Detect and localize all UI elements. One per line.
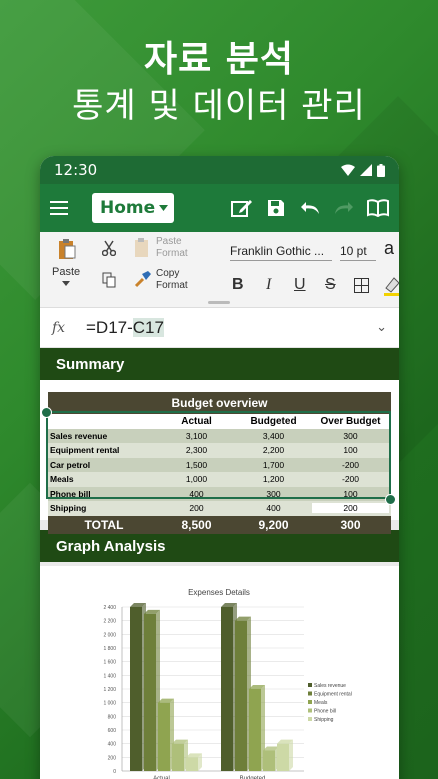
formatting-ribbon: Paste Paste Format Copy Format Franklin … xyxy=(40,232,399,308)
cell-value[interactable]: 400 xyxy=(235,503,312,513)
paste-dropdown-icon[interactable] xyxy=(62,281,70,286)
bar-equipment-rental xyxy=(144,613,156,771)
phone-screen: 12:30 Home Paste Paste Format Copy Forma… xyxy=(40,156,399,779)
graph-header: Graph Analysis xyxy=(40,530,399,562)
legend-swatch xyxy=(308,708,312,713)
bar-phone-bill xyxy=(172,743,184,771)
y-tick-label: 600 xyxy=(108,728,117,734)
menu-icon[interactable] xyxy=(50,194,78,222)
bold-button[interactable]: B xyxy=(232,276,244,294)
y-tick-label: 800 xyxy=(108,714,117,720)
bar-meals xyxy=(249,689,261,771)
cell-value[interactable]: 200 xyxy=(158,503,235,513)
strikethrough-button[interactable]: S xyxy=(325,276,336,294)
formula-bar[interactable]: fx =D17-C17 ⌄ xyxy=(40,308,399,348)
font-name-dropdown[interactable]: Franklin Gothic ... xyxy=(230,244,332,261)
y-tick-label: 400 xyxy=(108,742,117,748)
selection-handle-bottom-right[interactable] xyxy=(385,494,396,505)
status-bar: 12:30 xyxy=(40,156,399,184)
y-tick-label: 1 200 xyxy=(103,687,116,693)
y-tick-label: 2 400 xyxy=(103,605,116,611)
ribbon-tab-label: Home xyxy=(100,198,156,218)
battery-icon xyxy=(377,163,385,177)
font-color-icon[interactable]: a xyxy=(384,238,394,259)
read-mode-book-icon[interactable] xyxy=(367,197,389,219)
y-tick-label: 1 800 xyxy=(103,646,116,652)
cut-scissors-icon[interactable] xyxy=(102,240,116,256)
row-label[interactable]: Shipping xyxy=(48,503,158,513)
summary-header: Summary xyxy=(40,348,399,380)
y-tick-label: 1 000 xyxy=(103,701,116,707)
status-time: 12:30 xyxy=(54,161,98,179)
paste-button[interactable]: Paste xyxy=(52,266,80,278)
edit-mode-icon[interactable] xyxy=(231,197,253,219)
expenses-chart[interactable]: Expenses Details 0 200 400 600 800 1 000 1 200 1… xyxy=(40,581,399,779)
app-toolbar: Home xyxy=(40,184,399,232)
underline-button[interactable]: U xyxy=(294,276,306,294)
fx-icon: fx xyxy=(52,319,66,336)
cell-value[interactable]: 200 xyxy=(312,503,389,514)
bar-meals xyxy=(158,702,170,771)
undo-icon[interactable] xyxy=(299,197,321,219)
total-row[interactable]: TOTAL 8,500 9,200 300 xyxy=(48,515,391,534)
italic-button[interactable]: I xyxy=(266,276,271,294)
y-tick-label: 1 400 xyxy=(103,673,116,679)
bar-side xyxy=(289,739,293,771)
spreadsheet-summary: Budget overview Actual Budgeted Over Bud… xyxy=(40,380,399,534)
promo-title: 자료 분석 xyxy=(143,39,294,80)
ribbon-resize-handle[interactable] xyxy=(208,301,230,304)
chart-area: Expenses Details 0 200 400 600 800 1 000 1 200 1… xyxy=(40,581,399,779)
selection-handle-top-left[interactable] xyxy=(41,407,52,418)
copy-format-line2[interactable]: Format xyxy=(156,280,188,291)
font-size-dropdown[interactable]: 10 pt xyxy=(340,244,376,261)
promo-subtitle: 통계 및 데이터 관리 xyxy=(72,86,366,126)
legend-entry: Sales revenue xyxy=(314,683,346,689)
table-row[interactable]: Shipping 200 400 200 xyxy=(48,501,391,516)
bar-phone-bill xyxy=(263,750,275,771)
legend-entry: Meals xyxy=(314,700,328,706)
paste-format-line2: Format xyxy=(156,248,188,259)
legend-swatch xyxy=(308,700,312,704)
legend-swatch xyxy=(308,683,312,687)
legend-swatch xyxy=(308,691,312,696)
paste-format-icon xyxy=(135,238,148,257)
chevron-down-icon[interactable]: ⌄ xyxy=(376,320,387,335)
signal-icon xyxy=(360,164,372,176)
legend-entry: Shipping xyxy=(314,717,334,723)
bar-shipping xyxy=(277,743,289,771)
y-tick-label: 200 xyxy=(108,755,117,761)
bar-equipment-rental xyxy=(235,620,247,771)
bar-sales-revenue xyxy=(221,607,233,771)
legend-swatch xyxy=(308,717,312,721)
formula-input[interactable]: =D17-C17 xyxy=(86,317,164,338)
redo-icon[interactable] xyxy=(333,197,355,219)
bar-shipping xyxy=(186,757,198,771)
caret-down-icon xyxy=(159,205,169,211)
y-tick-label: 0 xyxy=(113,769,116,775)
paste-format-line1: Paste xyxy=(156,236,182,247)
copy-format-line1[interactable]: Copy xyxy=(156,268,179,279)
fill-color-icon[interactable] xyxy=(384,276,399,296)
section-divider xyxy=(40,562,399,566)
wifi-icon xyxy=(341,164,355,176)
chart-title: Expenses Details xyxy=(188,588,250,597)
y-tick-label: 2 000 xyxy=(103,632,116,638)
cell-selection[interactable] xyxy=(46,411,391,499)
paste-clipboard-icon[interactable] xyxy=(58,238,76,260)
save-icon[interactable] xyxy=(265,197,287,219)
legend-entry: Equipment rental xyxy=(314,692,352,698)
bar-sales-revenue xyxy=(130,607,142,771)
borders-grid-icon[interactable] xyxy=(354,278,369,293)
copy-icon[interactable] xyxy=(102,272,116,288)
ribbon-tab-selector[interactable]: Home xyxy=(92,193,175,223)
y-tick-label: 2 200 xyxy=(103,619,116,625)
legend-entry: Phone bill xyxy=(314,709,336,715)
format-painter-brush-icon[interactable] xyxy=(134,270,152,288)
y-tick-label: 1 600 xyxy=(103,660,116,666)
